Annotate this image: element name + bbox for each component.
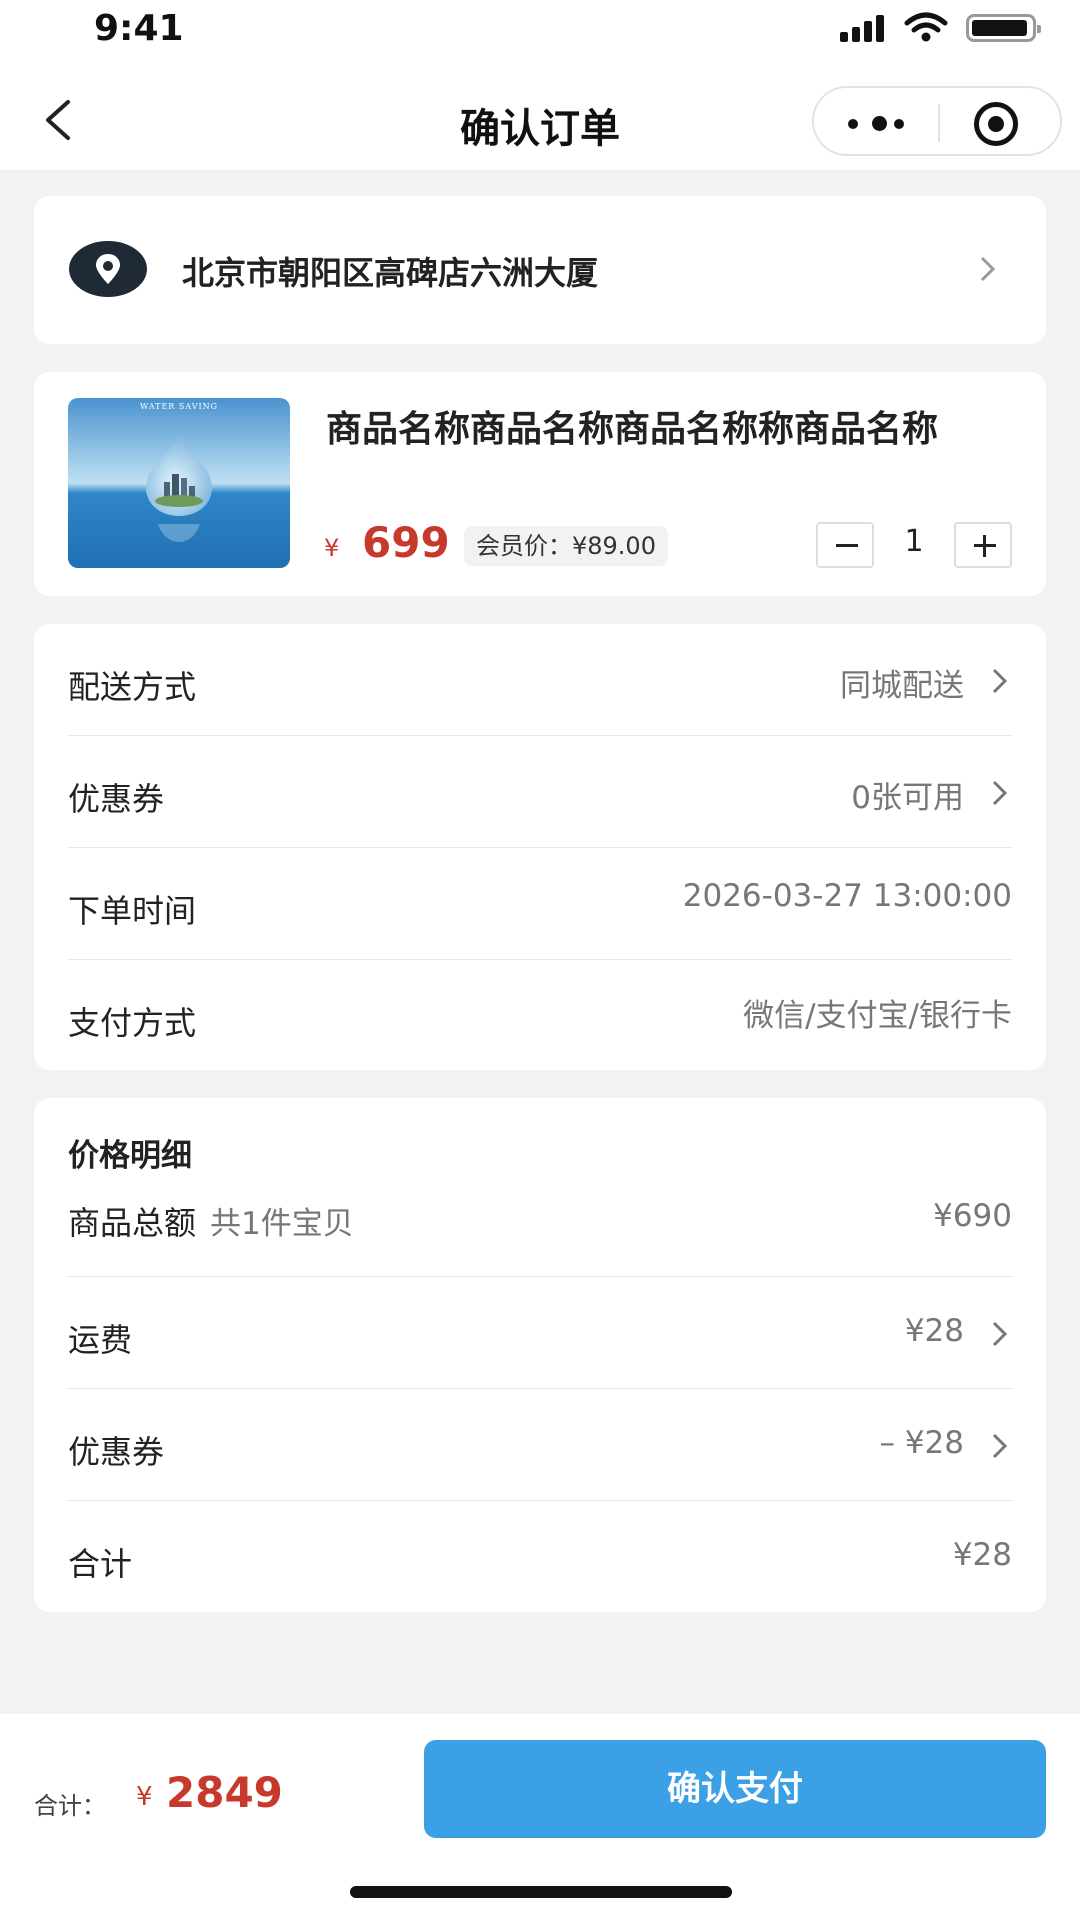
status-time: 9:41 <box>94 8 184 49</box>
quantity-increase-button[interactable] <box>954 522 1012 568</box>
order-time-value: 2026-03-27 13:00:00 <box>682 878 1012 914</box>
checkout-bar: 合计： ¥ 2849 确认支付 <box>0 1714 1080 1920</box>
goods-total-value: ¥690 <box>933 1198 1012 1234</box>
payment-method-value: 微信/支付宝/银行卡 <box>743 998 1012 1034</box>
product-price: 699 <box>362 518 450 567</box>
battery-icon <box>966 14 1041 42</box>
status-icons <box>840 12 1041 42</box>
goods-total-label: 商品总额 <box>68 1204 197 1242</box>
delivery-method-row[interactable]: 配送方式 同城配送 <box>68 624 1012 736</box>
confirm-pay-button[interactable]: 确认支付 <box>424 1740 1046 1838</box>
address-card[interactable]: 北京市朝阳区高碑店六洲大厦 <box>34 196 1046 344</box>
address-text: 北京市朝阳区高碑店六洲大厦 <box>182 254 599 292</box>
capsule-divider <box>938 104 940 142</box>
total-label: 合计： <box>34 1792 106 1820</box>
product-name: 商品名称商品名称商品名称称商品名称 <box>326 409 939 450</box>
total-amount: 2849 <box>166 1768 283 1817</box>
order-time-row: 下单时间 2026-03-27 13:00:00 <box>68 848 1012 960</box>
payment-method-row[interactable]: 支付方式 微信/支付宝/银行卡 <box>68 960 1012 1072</box>
row-label: 优惠券 <box>68 1433 165 1471</box>
shipping-fee-row[interactable]: 运费 ¥28 <box>68 1277 1012 1389</box>
header-bar: 9:41 确认订单 <box>0 0 1080 170</box>
row-label: 配送方式 <box>68 668 197 706</box>
quantity-value: 1 <box>904 524 924 559</box>
row-label: 优惠券 <box>68 780 165 818</box>
delivery-method-value: 同城配送 <box>840 668 964 704</box>
miniapp-capsule <box>812 86 1062 156</box>
chevron-right-icon <box>992 1433 1008 1459</box>
chevron-right-icon <box>992 668 1008 694</box>
shipping-fee-value: ¥28 <box>904 1313 964 1349</box>
item-count: 共1件宝贝 <box>210 1206 354 1242</box>
price-detail-title: 价格明细 <box>68 1138 192 1174</box>
coupon-discount-value: – ¥28 <box>879 1425 964 1461</box>
chevron-right-icon <box>992 780 1008 806</box>
quantity-decrease-button[interactable] <box>816 522 874 568</box>
product-image: WATER SAVING <box>68 398 290 568</box>
row-label: 下单时间 <box>68 892 197 930</box>
price-detail-card: 价格明细 商品总额 共1件宝贝 ¥690 运费 ¥28 优惠券 – ¥28 合计 … <box>34 1098 1046 1612</box>
coupon-discount-row[interactable]: 优惠券 – ¥28 <box>68 1389 1012 1501</box>
chevron-right-icon <box>980 256 996 282</box>
close-miniapp-icon[interactable] <box>974 102 1018 146</box>
row-label: 商品总额 共1件宝贝 <box>68 1198 354 1244</box>
product-image-caption: WATER SAVING <box>139 402 219 411</box>
coupon-row[interactable]: 优惠券 0张可用 <box>68 736 1012 848</box>
price-currency: ¥ <box>324 534 340 562</box>
goods-total-row: 商品总额 共1件宝贝 ¥690 <box>68 1174 1012 1274</box>
more-icon[interactable] <box>848 114 908 132</box>
order-options-card: 配送方式 同城配送 优惠券 0张可用 下单时间 2026-03-27 13:00… <box>34 624 1046 1070</box>
location-icon <box>69 241 147 297</box>
subtotal-row: 合计 ¥28 <box>68 1501 1012 1613</box>
subtotal-value: ¥28 <box>952 1537 1012 1573</box>
row-label: 运费 <box>68 1321 133 1359</box>
wifi-icon <box>904 12 948 42</box>
row-label: 支付方式 <box>68 1004 197 1042</box>
coupon-value: 0张可用 <box>851 780 964 816</box>
row-label: 合计 <box>68 1545 133 1583</box>
total-currency: ¥ <box>136 1782 153 1812</box>
home-indicator <box>350 1886 732 1898</box>
chevron-right-icon <box>992 1321 1008 1347</box>
product-card: WATER SAVING 商品名称商品名称商品名称称商品名称 ¥ 699 会员价… <box>34 372 1046 596</box>
member-price-badge: 会员价：¥89.00 <box>464 526 668 566</box>
